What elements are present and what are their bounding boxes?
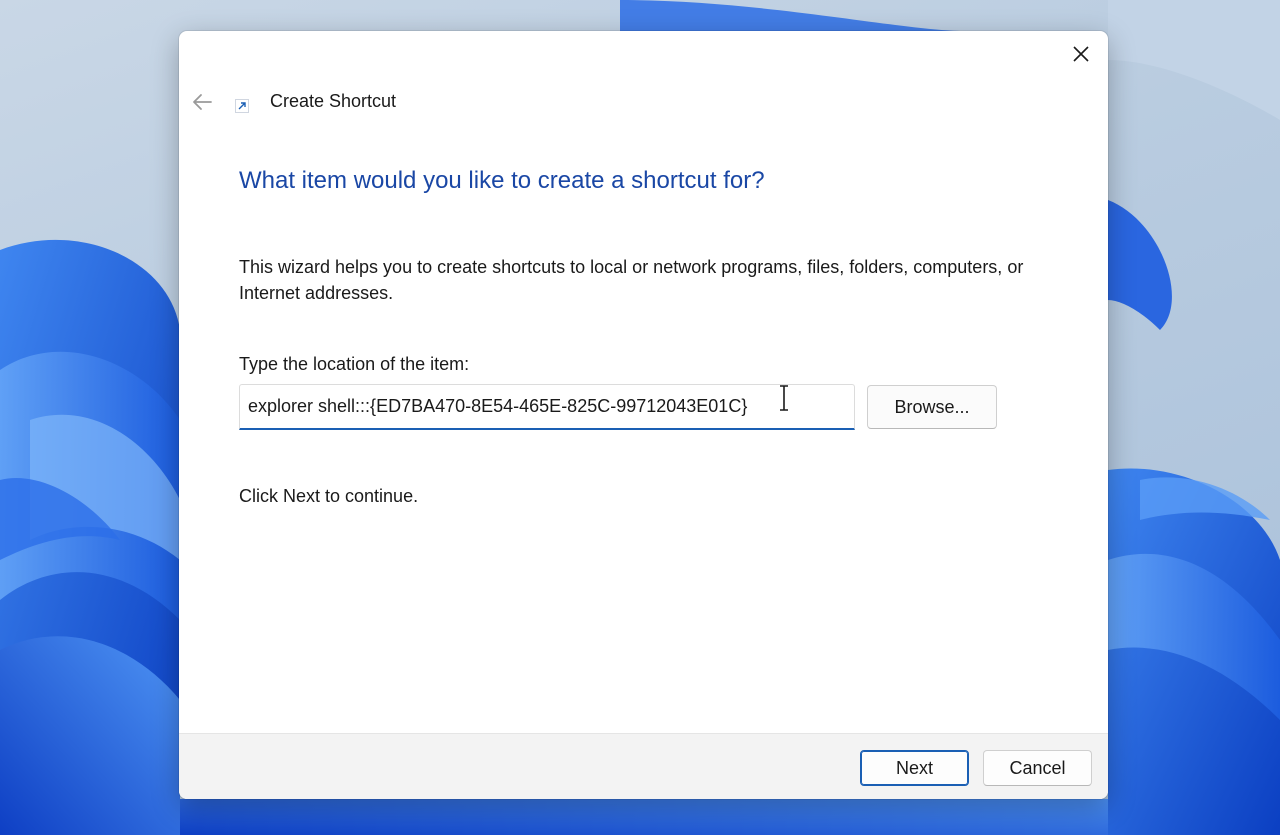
- close-icon: [1073, 46, 1089, 62]
- cancel-button[interactable]: Cancel: [983, 750, 1092, 786]
- continue-instruction: Click Next to continue.: [239, 486, 419, 506]
- next-button[interactable]: Next: [860, 750, 969, 786]
- dialog-footer: Next Cancel: [179, 733, 1108, 799]
- location-input[interactable]: [239, 384, 855, 430]
- create-shortcut-dialog: Create Shortcut What item would you like…: [179, 31, 1108, 799]
- close-button[interactable]: [1066, 39, 1096, 69]
- back-button[interactable]: [189, 89, 215, 115]
- location-label: Type the location of the item:: [239, 354, 470, 374]
- shortcut-arrow-icon: [235, 99, 249, 113]
- wizard-description: This wizard helps you to create shortcut…: [239, 257, 1024, 303]
- dialog-title: Create Shortcut: [270, 91, 397, 111]
- back-arrow-icon: [193, 94, 212, 110]
- browse-button[interactable]: Browse...: [867, 385, 997, 429]
- text-cursor-icon: [780, 385, 788, 411]
- desktop-background: Create Shortcut What item would you like…: [0, 0, 1280, 835]
- page-heading: What item would you like to create a sho…: [239, 167, 765, 194]
